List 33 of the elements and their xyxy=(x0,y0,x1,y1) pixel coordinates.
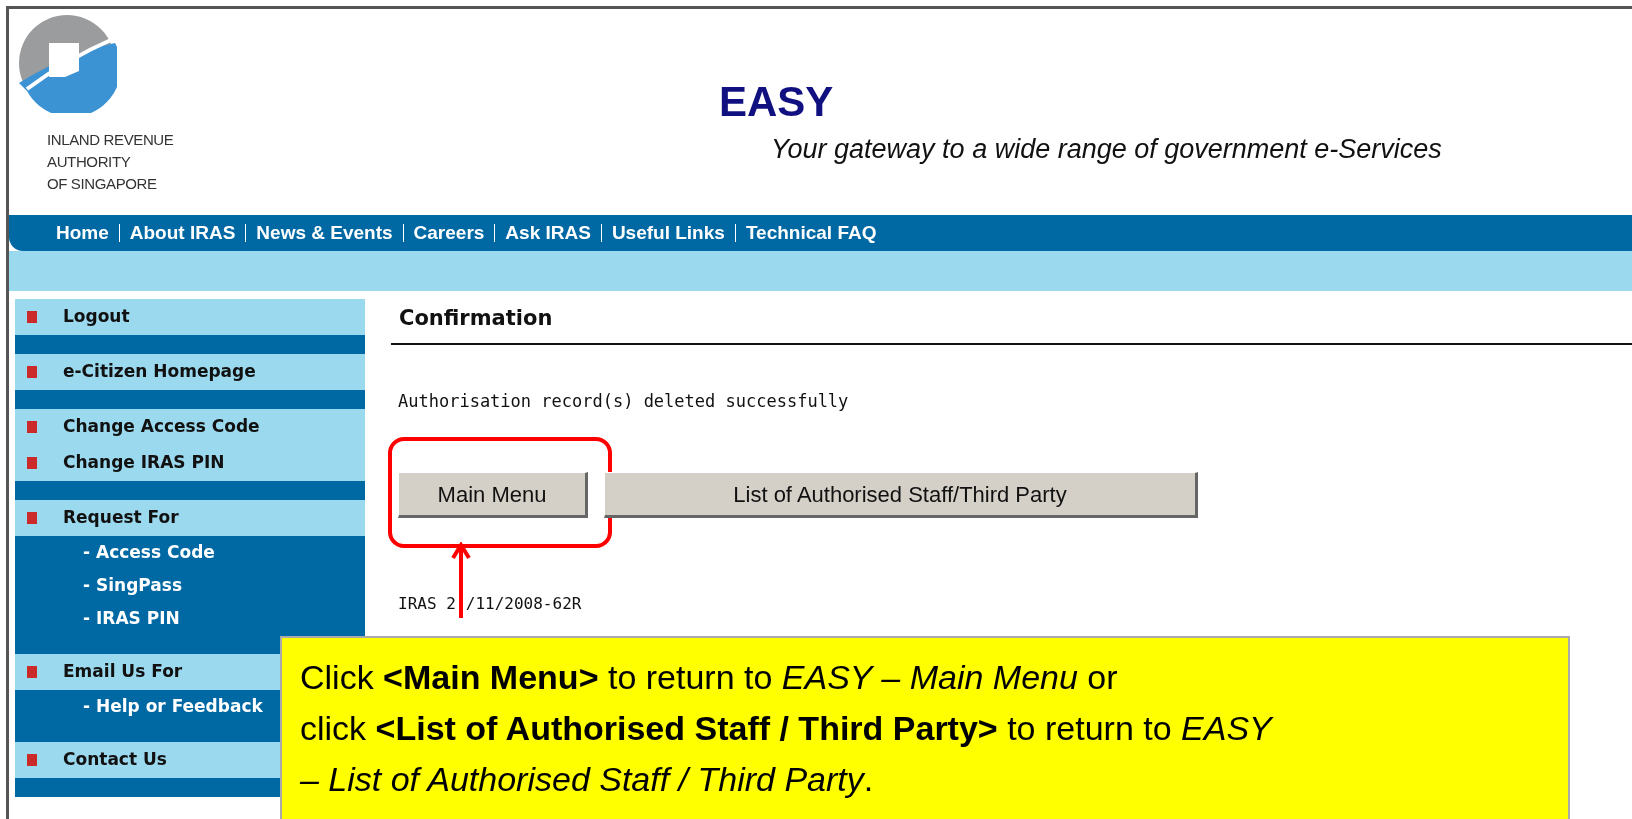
section-heading: Confirmation xyxy=(398,305,554,332)
action-button[interactable]: Main Menu xyxy=(398,472,588,518)
sidebar-subitem[interactable]: - Access Code xyxy=(15,536,365,569)
site-title: EASY xyxy=(719,77,835,127)
sidebar-item[interactable]: e-Citizen Homepage xyxy=(15,354,365,390)
sidebar-item[interactable]: Change Access Code xyxy=(15,409,365,445)
reference-code: IRAS 2 xyxy=(398,593,456,615)
bullet-icon xyxy=(27,366,37,378)
callout-tooltip: Click <Main Menu> to return to EASY – Main Menu or click <List of Authorised Staff / Third Party> to return to EASY – List of Authorised Staff / Third Party. xyxy=(280,636,1570,819)
org-name: INLAND REVENUE AUTHORITY OF SINGAPORE xyxy=(47,130,175,194)
sidebar-item[interactable]: Logout xyxy=(15,299,365,335)
nav-link[interactable]: Careers xyxy=(413,218,485,248)
bullet-icon xyxy=(27,311,37,323)
nav-link[interactable]: About IRAS xyxy=(129,218,236,248)
reference-code: /11/2008-62R xyxy=(465,593,582,615)
bullet-icon xyxy=(27,754,37,766)
success-message: Authorisation record(s) deleted successfully xyxy=(398,389,850,413)
sidebar-subitem[interactable]: - IRAS PIN xyxy=(15,602,365,635)
sidebar-item[interactable]: Change IRAS PIN xyxy=(15,445,365,481)
nav-link[interactable]: News & Events xyxy=(256,218,393,248)
sidebar-subitem[interactable]: - SingPass xyxy=(15,569,365,602)
bullet-icon xyxy=(27,421,37,433)
nav-link[interactable]: Useful Links xyxy=(611,218,725,248)
bullet-icon xyxy=(27,666,37,678)
bullet-icon xyxy=(27,512,37,524)
nav-link[interactable]: Home xyxy=(56,218,109,248)
bullet-icon xyxy=(27,457,37,469)
site-tagline: Your gateway to a wide range of government e-Services xyxy=(771,133,1442,166)
nav-link[interactable]: Ask IRAS xyxy=(505,218,591,248)
logo-icon xyxy=(17,13,117,113)
nav-link[interactable]: Technical FAQ xyxy=(745,218,877,248)
action-button[interactable]: List of Authorised Staff/Third Party xyxy=(604,472,1198,518)
sidebar-item[interactable]: Request For xyxy=(15,500,365,536)
